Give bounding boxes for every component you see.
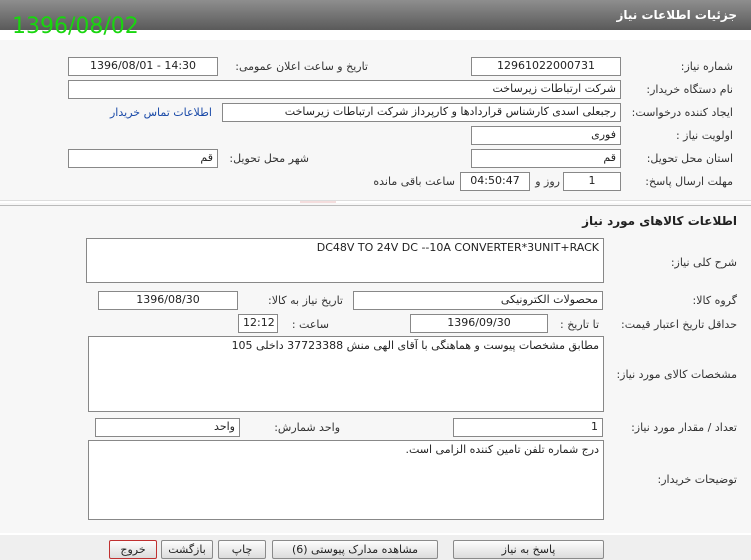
buyer-org-field: شرکت ارتباطات زیرساخت — [68, 80, 621, 99]
need-number-field: 12961022000731 — [471, 57, 621, 76]
deadline-label: مهلت ارسال پاسخ: — [645, 175, 733, 188]
priority-field: فوری — [471, 126, 621, 145]
need-date-field: 1396/08/30 — [98, 291, 238, 310]
priority-label: اولویت نیاز : — [675, 129, 733, 142]
date-stamp: 1396/08/02 — [12, 14, 139, 39]
buyer-org-label: نام دستگاه خریدار: — [646, 83, 733, 96]
page-title: جزئیات اطلاعات نیاز — [616, 8, 737, 22]
time-field: 12:12 — [238, 314, 278, 333]
need-number-label: شماره نیاز: — [680, 60, 733, 73]
specs-label: مشخصات کالای مورد نیاز: — [616, 368, 737, 381]
announce-label: تاریخ و ساعت اعلان عمومی: — [235, 60, 368, 73]
until-date-field: 1396/09/30 — [410, 314, 548, 333]
exit-button[interactable]: خروج — [109, 540, 157, 559]
back-button[interactable]: بازگشت — [161, 540, 213, 559]
announce-field: 1396/08/01 - 14:30 — [68, 57, 218, 76]
unit-label: واحد شمارش: — [274, 421, 340, 434]
section-divider — [0, 205, 751, 206]
attachments-button[interactable]: مشاهده مدارک پیوستی (6) — [272, 540, 438, 559]
deadline-days-field: 1 — [563, 172, 621, 191]
goods-section-title: اطلاعات کالاهای مورد نیاز — [582, 214, 737, 228]
deadline-time-field: 04:50:47 — [460, 172, 530, 191]
city-field: قم — [68, 149, 218, 168]
reply-button[interactable]: پاسخ به نیاز — [453, 540, 604, 559]
requester-label: ایجاد کننده درخواست: — [631, 106, 733, 119]
buyer-notes-textarea: درج شماره تلفن تامین کننده الزامی است. — [88, 440, 604, 520]
buyer-notes-label: توضیحات خریدار: — [657, 473, 738, 486]
days-word: روز و — [535, 175, 560, 188]
desc-textarea: DC48V TO 24V DC --10A CONVERTER*3UNIT+RA… — [86, 238, 604, 283]
print-button[interactable]: چاپ — [218, 540, 266, 559]
desc-label: شرح کلی نیاز: — [670, 256, 737, 269]
qty-field: 1 — [453, 418, 603, 437]
requester-field: رجبعلی اسدی کارشناس قراردادها و کارپرداز… — [222, 103, 621, 122]
unit-field: واحد — [95, 418, 240, 437]
province-label: استان محل تحویل: — [646, 152, 733, 165]
time-label: ساعت : — [291, 318, 329, 331]
until-date-label: تا تاریخ : — [560, 318, 599, 331]
remaining-label: ساعت باقی مانده — [373, 175, 455, 188]
buyer-contact-link[interactable]: اطلاعات تماس خریدار — [110, 106, 212, 119]
qty-label: تعداد / مقدار مورد نیاز: — [631, 421, 737, 434]
group-field: محصولات الکترونیکی — [353, 291, 603, 310]
city-label: شهر محل تحویل: — [229, 152, 309, 165]
need-date-label: تاریخ نیاز به کالا: — [268, 294, 343, 307]
province-field: قم — [471, 149, 621, 168]
specs-textarea: مطابق مشخصات پیوست و هماهنگی با آقای اله… — [88, 336, 604, 412]
validity-label: حداقل تاریخ اعتبار قیمت: — [621, 318, 737, 331]
group-label: گروه کالا: — [692, 294, 737, 307]
